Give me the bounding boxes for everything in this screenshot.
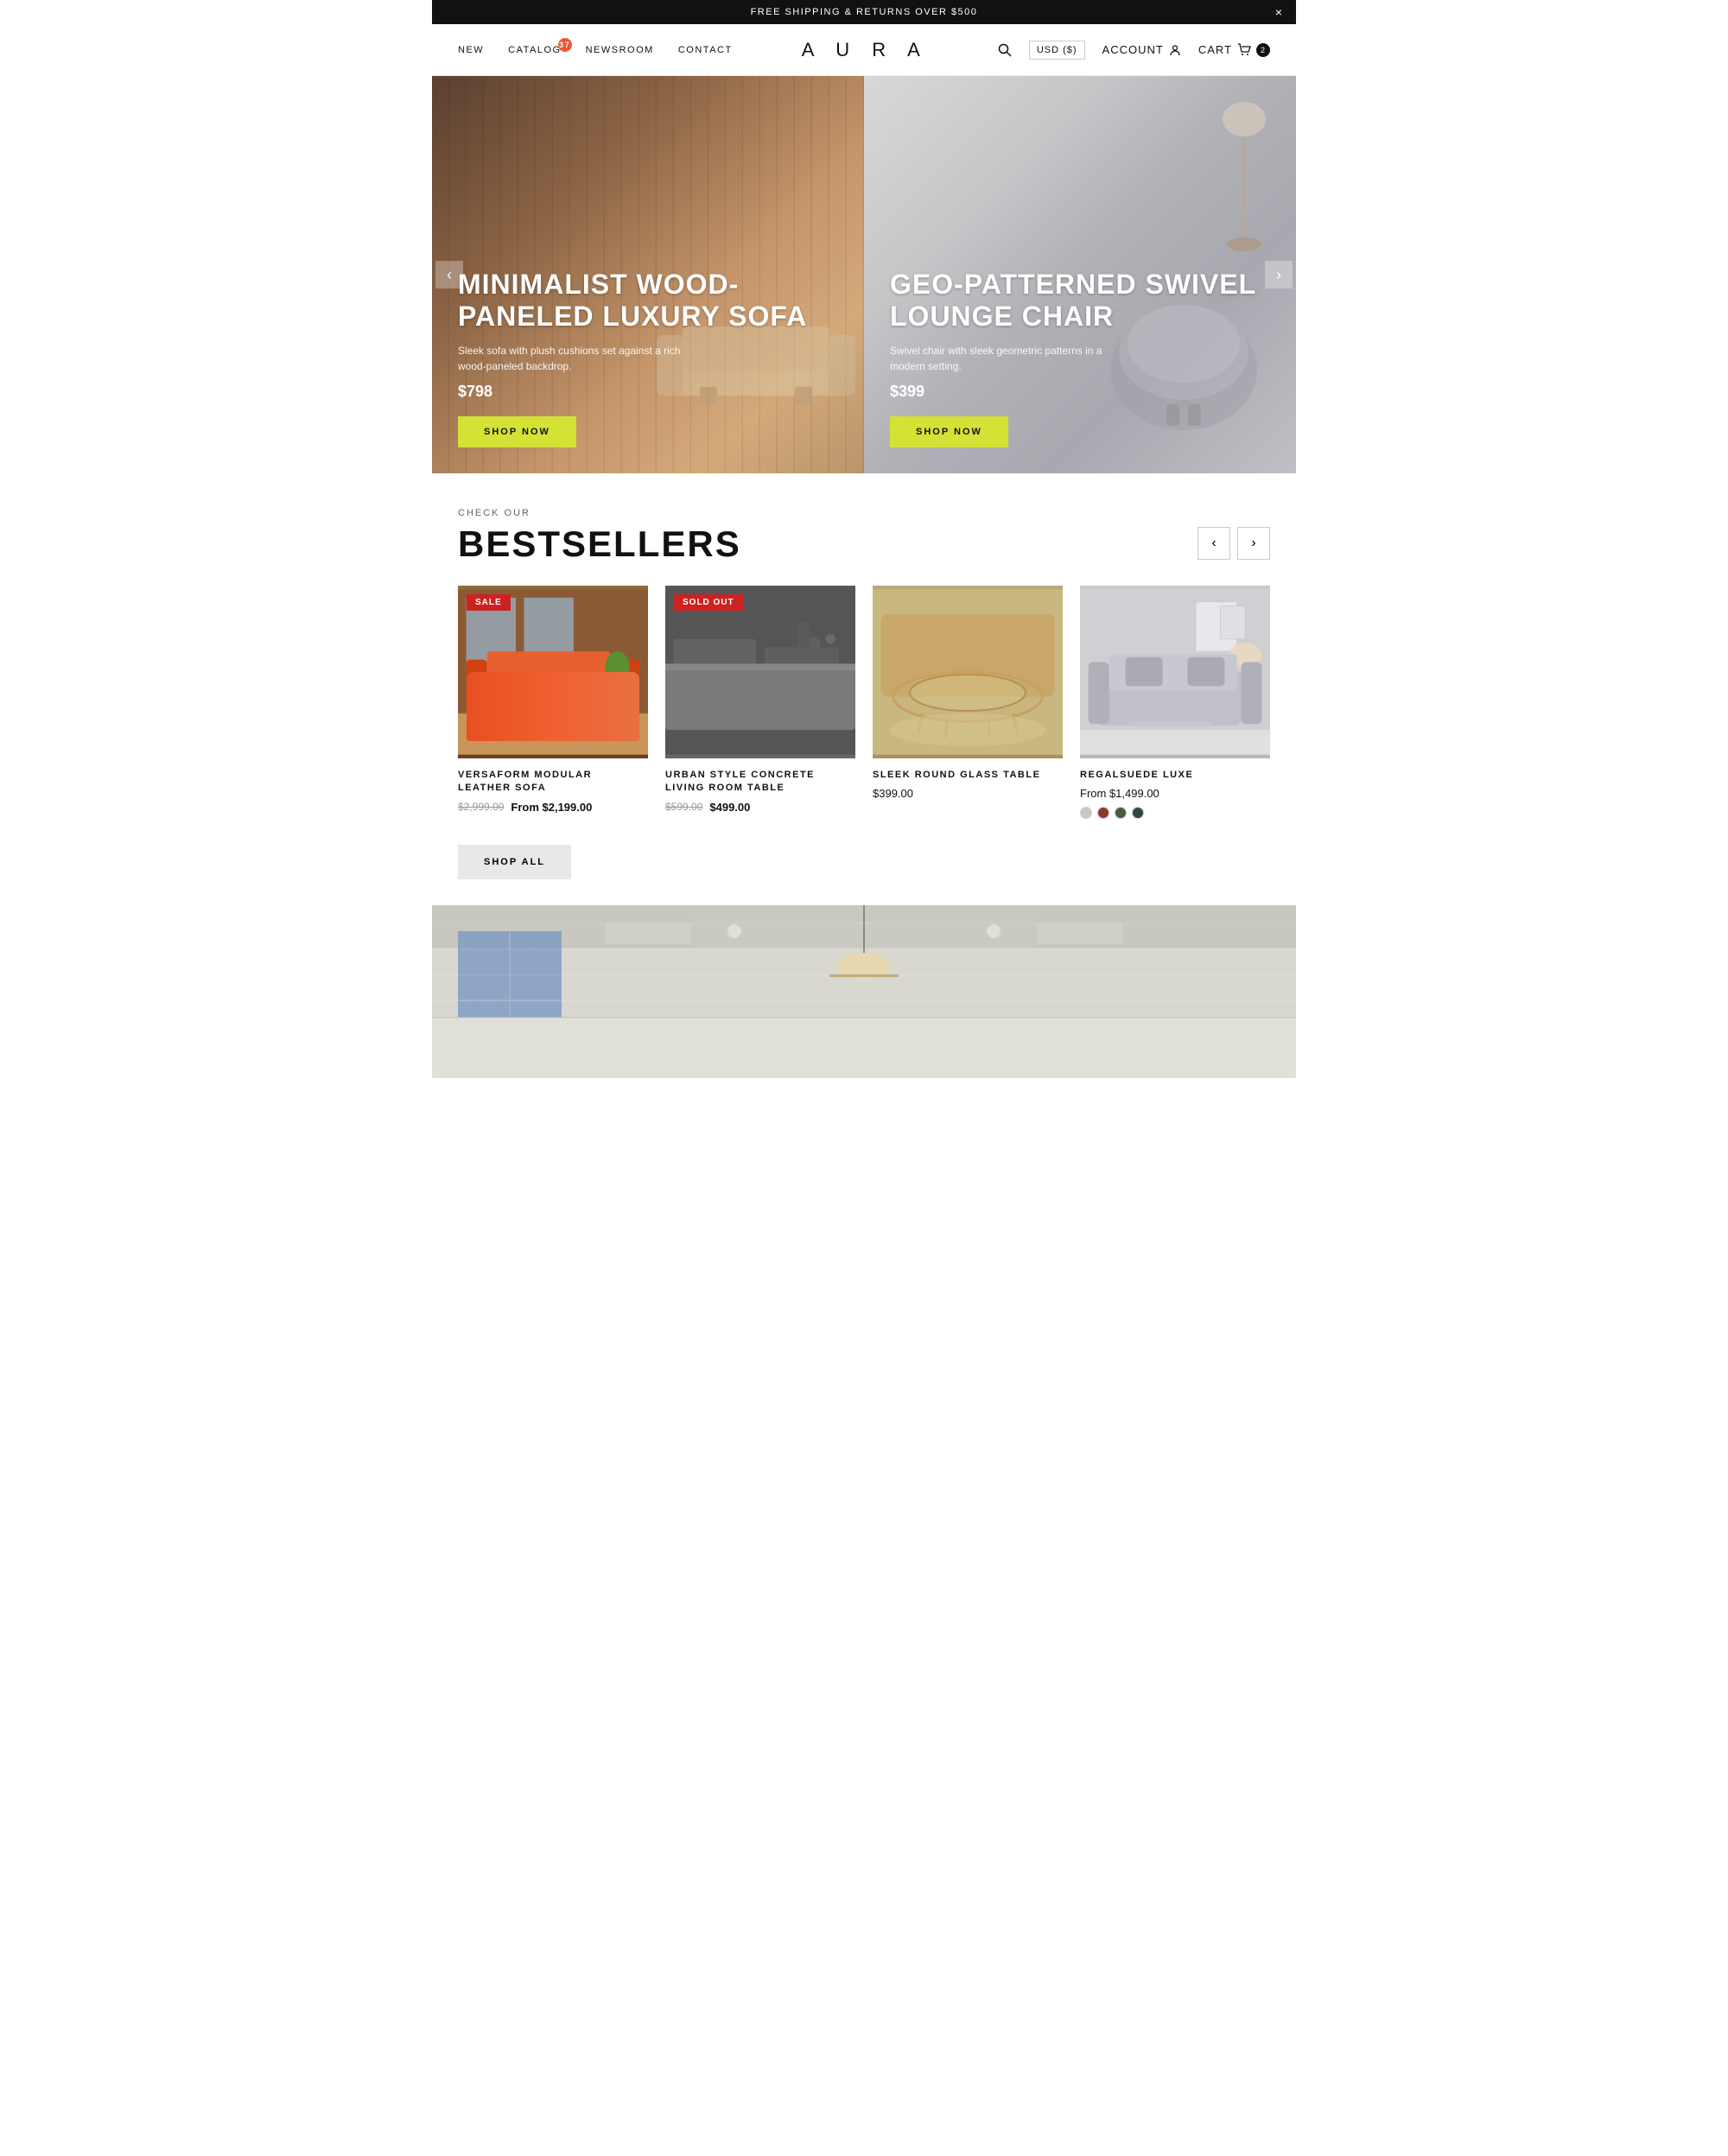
cart-icon (1237, 43, 1251, 57)
nav-item-catalog[interactable]: CATALOG 37 (508, 45, 561, 55)
price-original-concrete: $599.00 (665, 801, 702, 813)
product-img-suede (1080, 586, 1270, 758)
main-nav: NEW CATALOG 37 NEWSROOM CONTACT (458, 45, 733, 55)
product-name-versaform: VERSAFORM MODULAR LEATHER SOFA (458, 769, 648, 796)
hero-content-right: GEO-PATTERNED SWIVEL LOUNGE CHAIR Swivel… (890, 269, 1270, 447)
product-image-glass-table (873, 586, 1063, 758)
product-image-versaform: SALE (458, 586, 648, 758)
swatch-dark-green[interactable] (1132, 807, 1144, 819)
price-original-versaform: $2,999.00 (458, 801, 504, 813)
sold-out-badge-concrete: SOLD OUT (674, 594, 743, 611)
price-sale-concrete: $499.00 (709, 801, 750, 814)
product-img-concrete (665, 586, 855, 758)
sale-badge-versaform: SALE (467, 594, 511, 611)
product-img-glass-table (873, 586, 1063, 758)
hero-content-left: MINIMALIST WOOD-PANELED LUXURY SOFA Slee… (458, 269, 838, 447)
product-name-concrete: URBAN STYLE CONCRETE LIVING ROOM TABLE (665, 769, 855, 796)
hero-price-left: $798 (458, 383, 838, 401)
product-grid: SALE (458, 586, 1270, 819)
hero-shop-now-left[interactable]: SHOP NOW (458, 416, 576, 447)
product-name-glass-table: SLEEK ROUND GLASS TABLE (873, 769, 1063, 782)
account-icon (1169, 44, 1181, 56)
announcement-bar: FREE SHIPPING & RETURNS OVER $500 × (432, 0, 1296, 24)
price-sale-versaform: From $2,199.00 (511, 801, 592, 814)
header-actions: USD ($) ACCOUNT CART 2 (998, 41, 1270, 60)
section-title-wrap: CHECK OUR BESTSELLERS (458, 508, 741, 565)
product-price-concrete: $599.00 $499.00 (665, 801, 855, 814)
product-image-regalsuede (1080, 586, 1270, 758)
product-card-versaform[interactable]: SALE (458, 586, 648, 819)
color-swatches-regalsuede (1080, 807, 1270, 819)
site-logo[interactable]: A U R A (802, 39, 929, 61)
hero-desc-right: Swivel chair with sleek geometric patter… (890, 343, 1132, 374)
product-name-regalsuede: REGALSUEDE LUXE (1080, 769, 1270, 782)
nav-item-contact[interactable]: CONTACT (678, 45, 733, 55)
account-button[interactable]: ACCOUNT (1102, 43, 1181, 56)
hero-panel-right: GEO-PATTERNED SWIVEL LOUNGE CHAIR Swivel… (864, 76, 1296, 473)
cart-count-badge: 2 (1256, 43, 1270, 57)
bottom-interior-image (432, 905, 1296, 1078)
product-card-glass-table[interactable]: SLEEK ROUND GLASS TABLE $399.00 (873, 586, 1063, 819)
carousel-arrows: ‹ › (1198, 527, 1270, 560)
product-price-glass-table: $399.00 (873, 787, 1063, 800)
currency-selector[interactable]: USD ($) (1029, 41, 1085, 60)
product-card-regalsuede[interactable]: REGALSUEDE LUXE From $1,499.00 (1080, 586, 1270, 819)
swatch-rust[interactable] (1097, 807, 1109, 819)
product-card-concrete[interactable]: SOLD OUT (665, 586, 855, 819)
swatch-olive[interactable] (1115, 807, 1127, 819)
hero-prev-arrow[interactable]: ‹ (435, 261, 463, 289)
section-label: CHECK OUR (458, 508, 741, 518)
concrete-scene-svg (665, 586, 855, 758)
product-price-versaform: $2,999.00 From $2,199.00 (458, 801, 648, 814)
price-from-regalsuede: From $1,499.00 (1080, 787, 1159, 800)
search-icon (998, 43, 1012, 57)
product-img-sofa (458, 586, 648, 758)
hero-shop-now-right[interactable]: SHOP NOW (890, 416, 1008, 447)
search-button[interactable] (998, 43, 1012, 57)
shop-all-button[interactable]: SHOP ALL (458, 845, 571, 879)
lamp-decoration (1218, 93, 1270, 266)
hero-title-right: GEO-PATTERNED SWIVEL LOUNGE CHAIR (890, 269, 1270, 333)
suede-scene-svg (1080, 586, 1270, 758)
announcement-text: FREE SHIPPING & RETURNS OVER $500 (751, 7, 978, 17)
hero-next-arrow[interactable]: › (1265, 261, 1293, 289)
header: NEW CATALOG 37 NEWSROOM CONTACT A U R A … (432, 24, 1296, 76)
product-image-concrete: SOLD OUT (665, 586, 855, 758)
section-header: CHECK OUR BESTSELLERS ‹ › (458, 508, 1270, 565)
swatch-light-gray[interactable] (1080, 807, 1092, 819)
announcement-close-button[interactable]: × (1275, 5, 1282, 19)
carousel-prev-arrow[interactable]: ‹ (1198, 527, 1230, 560)
hero-desc-left: Sleek sofa with plush cushions set again… (458, 343, 700, 374)
glass-table-scene-svg (873, 586, 1063, 758)
bottom-image-section (432, 905, 1296, 1078)
sofa-scene-svg (458, 586, 648, 758)
hero-price-right: $399 (890, 383, 1270, 401)
carousel-next-arrow[interactable]: › (1237, 527, 1270, 560)
catalog-badge: 37 (558, 38, 572, 52)
bestsellers-section: CHECK OUR BESTSELLERS ‹ › SALE (432, 473, 1296, 905)
hero-section: ‹ MINIMALIST WOOD-PANELED LUXURY SOFA Sl… (432, 76, 1296, 473)
hero-panel-left: MINIMALIST WOOD-PANELED LUXURY SOFA Slee… (432, 76, 864, 473)
hero-title-left: MINIMALIST WOOD-PANELED LUXURY SOFA (458, 269, 838, 333)
product-price-regalsuede: From $1,499.00 (1080, 787, 1270, 800)
section-title: BESTSELLERS (458, 523, 741, 565)
cart-button[interactable]: CART 2 (1198, 43, 1270, 57)
price-glass-table: $399.00 (873, 787, 913, 800)
nav-item-newsroom[interactable]: NEWSROOM (586, 45, 654, 55)
nav-item-new[interactable]: NEW (458, 45, 484, 55)
